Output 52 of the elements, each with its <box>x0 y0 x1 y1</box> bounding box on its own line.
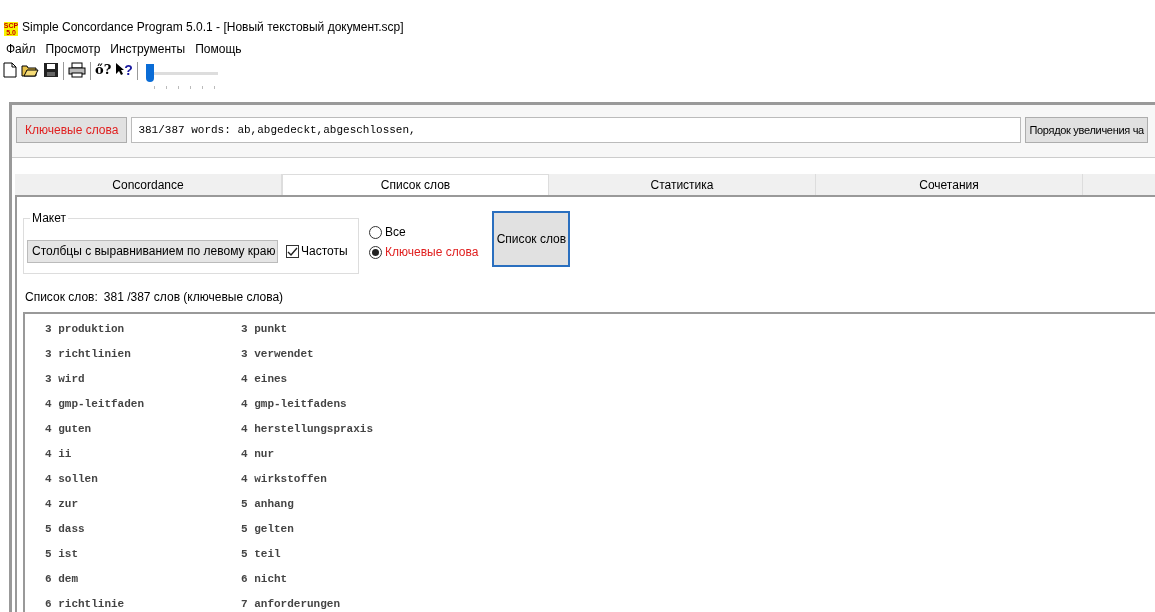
word-entry: 4 guten <box>44 422 93 438</box>
word-entry: 7 anforderungen <box>241 597 341 612</box>
word-entry: 4 wirkstoffen <box>241 472 327 488</box>
word-entry: 5 gelten <box>241 522 294 538</box>
word-entry: 4 eines <box>241 372 288 388</box>
word-entry: 6 dem <box>44 572 79 588</box>
word-entry: 3 verwendet <box>241 347 314 363</box>
save-icon[interactable] <box>43 62 59 78</box>
tab[interactable]: Список слов <box>282 174 549 195</box>
keywords-field[interactable]: 381/387 words: ab,abgedeckt,abgeschlossen, <box>131 117 1022 143</box>
context-help-button[interactable]: ? <box>115 62 133 78</box>
menu-item[interactable]: Файл <box>6 40 36 58</box>
menu-item[interactable]: Инструменты <box>110 40 186 58</box>
word-entry: 6 nicht <box>241 572 288 588</box>
frequencies-checkbox[interactable]: Частоты <box>286 242 348 260</box>
word-entry: 4 nur <box>241 447 274 463</box>
word-entry: 3 richtlinien <box>44 347 132 363</box>
keywords-button[interactable]: Ключевые слова <box>16 117 128 143</box>
summary-value: 381 /387 слов (ключевые слова) <box>103 289 284 306</box>
scope-radio[interactable]: Ключевые слова <box>369 243 479 261</box>
word-entry: 4 herstellungspraxis <box>241 422 374 438</box>
print-icon[interactable] <box>68 62 86 78</box>
new-document-icon[interactable] <box>3 62 17 78</box>
tab[interactable]: Concordance <box>15 174 282 195</box>
group-title: Макет <box>30 211 68 225</box>
about-button[interactable]: ő? <box>95 62 112 78</box>
word-entry: 4 zur <box>44 497 79 513</box>
word-entry: 6 richtlinie <box>44 597 126 612</box>
word-entry: 4 sollen <box>44 472 99 488</box>
word-entry: 3 wird <box>44 372 86 388</box>
pointer-icon <box>115 62 125 76</box>
open-folder-icon[interactable] <box>21 62 39 78</box>
tab[interactable]: Статистика <box>549 174 816 195</box>
word-list-button[interactable]: Список слов <box>492 211 571 267</box>
layout-dropdown[interactable]: Столбцы с выравниванием по левому краю <box>27 239 278 263</box>
checkmark-icon <box>287 245 298 257</box>
summary-label: Список слов: <box>25 289 98 306</box>
word-entry: 3 produktion <box>44 322 126 338</box>
word-entry: 3 punkt <box>241 322 288 338</box>
menu-item[interactable]: Просмотр <box>45 40 101 58</box>
word-entry: 4 ii <box>44 447 73 463</box>
tab[interactable]: Сочетания <box>816 174 1083 195</box>
scope-radio[interactable]: Все <box>369 223 479 241</box>
word-entry: 5 teil <box>241 547 281 563</box>
sort-order-button[interactable]: Порядок увеличения ча <box>1025 117 1148 143</box>
menu-item[interactable]: Помощь <box>195 40 242 58</box>
word-entry: 5 anhang <box>241 497 294 513</box>
word-entry: 4 gmp-leitfaden <box>44 397 146 413</box>
word-entry: 4 gmp-leitfadens <box>241 397 347 413</box>
word-entry: 5 ist <box>44 547 79 563</box>
word-entry: 5 dass <box>44 522 86 538</box>
window-title: Simple Concordance Program 5.0.1 - [Новый текстовый документ.scp] <box>22 19 404 36</box>
